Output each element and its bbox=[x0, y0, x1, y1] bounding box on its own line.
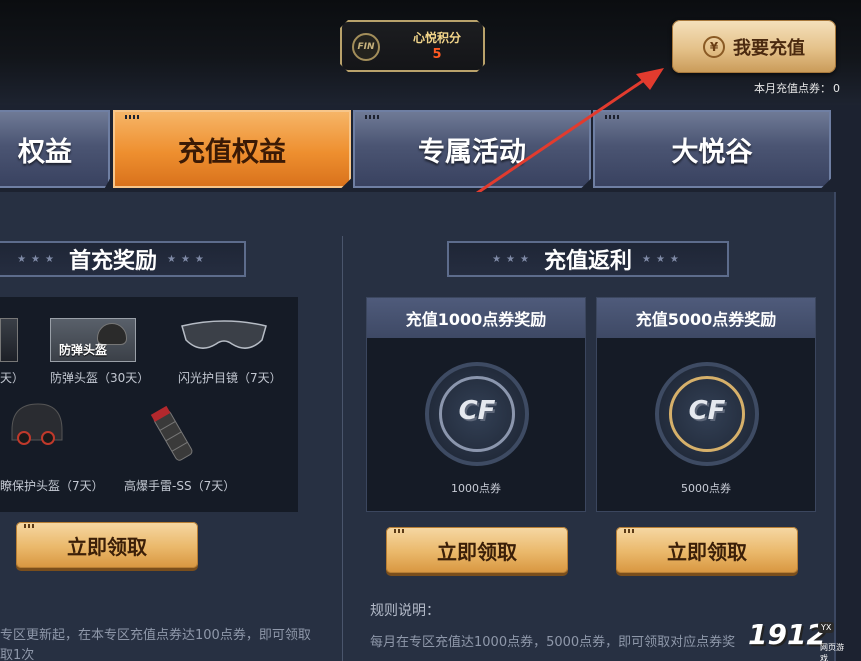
armor-icon bbox=[0, 318, 18, 362]
helmet-icon: 防弹头盔 bbox=[50, 318, 136, 362]
cf-coin-icon: CF bbox=[425, 362, 529, 466]
rebate-card-5000: 充值5000点券奖励 CF 5000点券 bbox=[596, 297, 816, 512]
rules-title: 规则说明： bbox=[370, 603, 440, 619]
first-charge-claim-button[interactable]: 立即领取 bbox=[16, 522, 198, 568]
claim-button-label: 立即领取 bbox=[67, 534, 147, 559]
first-charge-title-label: 首充奖励 bbox=[68, 249, 157, 274]
claim-button-label: 立即领取 bbox=[667, 539, 747, 564]
button-tick-decoration bbox=[24, 524, 36, 528]
cf-logo-text: CF bbox=[688, 396, 726, 426]
item-label: 防弹头盔（30天） bbox=[50, 371, 150, 385]
rebate-1000-claim-button[interactable]: 立即领取 bbox=[386, 527, 568, 573]
watermark-sub: 网页游戏 bbox=[820, 643, 844, 661]
section-divider bbox=[342, 236, 343, 661]
rebate-card-caption: 1000点券 bbox=[451, 482, 501, 495]
rebate-title-label: 充值返利 bbox=[543, 249, 632, 274]
night-vision-helmet-icon bbox=[11, 403, 63, 445]
helmet-card-text: 防弹头盔 bbox=[59, 343, 108, 357]
item-label: 天） bbox=[0, 371, 25, 385]
rebate-5000-claim-button[interactable]: 立即领取 bbox=[616, 527, 798, 573]
rebate-title: ★★★ 充值返利 ★★★ bbox=[447, 241, 729, 277]
first-charge-title: ★★★ 首充奖励 ★★★ bbox=[0, 241, 246, 277]
rebate-card-head: 充值5000点券奖励 bbox=[597, 298, 815, 338]
stars-decoration-icon: ★★★ bbox=[17, 253, 59, 265]
site-watermark-logo: 1912 YX 网页游戏 bbox=[748, 618, 848, 661]
goggles-icon bbox=[181, 320, 267, 349]
rebate-card-caption: 5000点券 bbox=[681, 482, 731, 495]
stars-decoration-icon: ★★★ bbox=[492, 253, 534, 265]
button-tick-decoration bbox=[394, 529, 406, 533]
grenade-icon bbox=[150, 405, 193, 461]
watermark-number: 1912 bbox=[748, 618, 826, 651]
watermark-badge: YX bbox=[818, 622, 835, 633]
stars-decoration-icon: ★★★ bbox=[167, 253, 209, 265]
rebate-card-head: 充值1000点券奖励 bbox=[367, 298, 585, 338]
item-label: 闪光护目镜（7天） bbox=[178, 371, 282, 385]
item-label: 高爆手雷-SS（7天） bbox=[124, 479, 236, 493]
cf-logo-text: CF bbox=[458, 396, 496, 426]
item-label: 瞭保护头盔（7天） bbox=[0, 479, 104, 493]
stars-decoration-icon: ★★★ bbox=[642, 253, 684, 265]
rebate-card-1000: 充值1000点券奖励 CF 1000点券 bbox=[366, 297, 586, 512]
first-charge-note-line1: 专区更新起，在本专区充值点券达100点券，即可领取 bbox=[0, 628, 311, 643]
button-tick-decoration bbox=[624, 529, 636, 533]
rules-text: 每月在专区充值达1000点券，5000点券，即可领取对应点券奖 bbox=[370, 635, 736, 650]
first-charge-note: 专区更新起，在本专区充值点券达100点券，即可领取 取1次 bbox=[0, 626, 340, 661]
claim-button-label: 立即领取 bbox=[437, 539, 517, 564]
first-charge-note-line2: 取1次 bbox=[0, 648, 35, 661]
cf-coin-gold-icon: CF bbox=[655, 362, 759, 466]
